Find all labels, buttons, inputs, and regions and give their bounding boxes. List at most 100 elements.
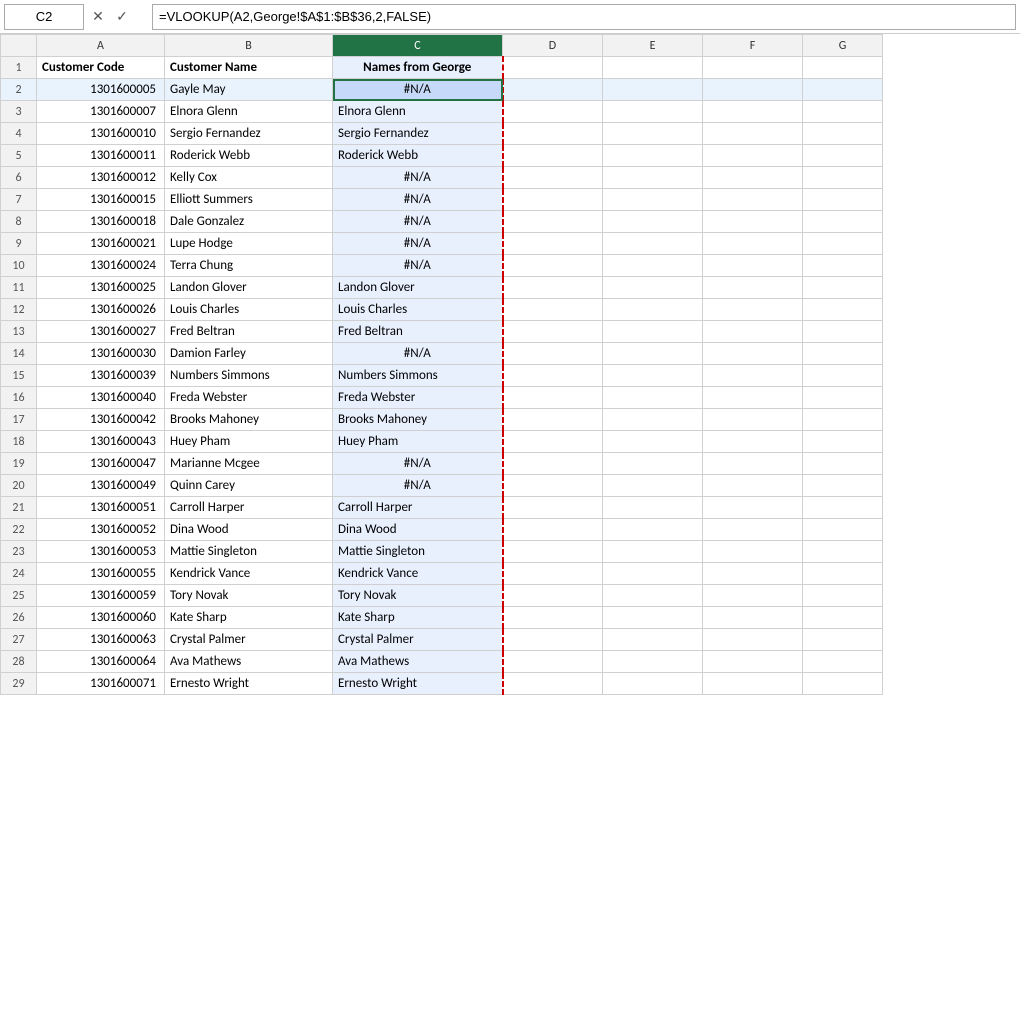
cell-e1[interactable] [603,57,703,79]
cell-g22[interactable] [803,519,883,541]
cell-a8[interactable]: 1301600018 [37,211,165,233]
cell-e26[interactable] [603,607,703,629]
cell-e21[interactable] [603,497,703,519]
cell-d26[interactable] [503,607,603,629]
cell-c22[interactable]: Dina Wood [333,519,503,541]
cell-e8[interactable] [603,211,703,233]
cell-a16[interactable]: 1301600040 [37,387,165,409]
cell-d25[interactable] [503,585,603,607]
col-header-d[interactable]: D [503,35,603,57]
cell-b8[interactable]: Dale Gonzalez [165,211,333,233]
cell-d2[interactable] [503,79,603,101]
cell-b13[interactable]: Fred Beltran [165,321,333,343]
cell-g2[interactable] [803,79,883,101]
cell-c20[interactable]: #N/A [333,475,503,497]
cell-e11[interactable] [603,277,703,299]
cell-f24[interactable] [703,563,803,585]
cell-a23[interactable]: 1301600053 [37,541,165,563]
cell-a24[interactable]: 1301600055 [37,563,165,585]
cell-a10[interactable]: 1301600024 [37,255,165,277]
cell-e7[interactable] [603,189,703,211]
cell-g29[interactable] [803,673,883,695]
cell-a29[interactable]: 1301600071 [37,673,165,695]
cell-b28[interactable]: Ava Mathews [165,651,333,673]
cell-b10[interactable]: Terra Chung [165,255,333,277]
cell-a7[interactable]: 1301600015 [37,189,165,211]
cell-f15[interactable] [703,365,803,387]
cell-c18[interactable]: Huey Pham [333,431,503,453]
cell-d4[interactable] [503,123,603,145]
cell-c12[interactable]: Louis Charles [333,299,503,321]
col-header-b[interactable]: B [165,35,333,57]
cell-f28[interactable] [703,651,803,673]
cell-e3[interactable] [603,101,703,123]
cell-d17[interactable] [503,409,603,431]
cell-e4[interactable] [603,123,703,145]
cell-d23[interactable] [503,541,603,563]
cell-b23[interactable]: Mattie Singleton [165,541,333,563]
cell-f16[interactable] [703,387,803,409]
cell-c28[interactable]: Ava Mathews [333,651,503,673]
cell-g16[interactable] [803,387,883,409]
cell-g20[interactable] [803,475,883,497]
col-header-e[interactable]: E [603,35,703,57]
cell-c15[interactable]: Numbers Simmons [333,365,503,387]
cell-d16[interactable] [503,387,603,409]
cell-e17[interactable] [603,409,703,431]
cell-a2[interactable]: 1301600005 [37,79,165,101]
cell-b16[interactable]: Freda Webster [165,387,333,409]
cell-e22[interactable] [603,519,703,541]
cell-e24[interactable] [603,563,703,585]
cell-g21[interactable] [803,497,883,519]
cell-d18[interactable] [503,431,603,453]
cell-a14[interactable]: 1301600030 [37,343,165,365]
cell-g11[interactable] [803,277,883,299]
cell-d3[interactable] [503,101,603,123]
cell-c7[interactable]: #N/A [333,189,503,211]
cell-d12[interactable] [503,299,603,321]
cell-g4[interactable] [803,123,883,145]
cell-f8[interactable] [703,211,803,233]
cell-b29[interactable]: Ernesto Wright [165,673,333,695]
cell-d9[interactable] [503,233,603,255]
cell-b20[interactable]: Quinn Carey [165,475,333,497]
cell-e10[interactable] [603,255,703,277]
cell-d1[interactable] [503,57,603,79]
cell-d27[interactable] [503,629,603,651]
cell-f12[interactable] [703,299,803,321]
cell-d8[interactable] [503,211,603,233]
cell-b9[interactable]: Lupe Hodge [165,233,333,255]
cell-f21[interactable] [703,497,803,519]
cell-g6[interactable] [803,167,883,189]
cell-g8[interactable] [803,211,883,233]
cell-c5[interactable]: Roderick Webb [333,145,503,167]
cell-e16[interactable] [603,387,703,409]
cell-c25[interactable]: Tory Novak [333,585,503,607]
cell-b6[interactable]: Kelly Cox [165,167,333,189]
cell-b24[interactable]: Kendrick Vance [165,563,333,585]
cell-a20[interactable]: 1301600049 [37,475,165,497]
cell-d5[interactable] [503,145,603,167]
cell-f7[interactable] [703,189,803,211]
cell-e23[interactable] [603,541,703,563]
cell-g12[interactable] [803,299,883,321]
cell-e12[interactable] [603,299,703,321]
cell-f19[interactable] [703,453,803,475]
cell-g23[interactable] [803,541,883,563]
cell-c14[interactable]: #N/A [333,343,503,365]
cell-f2[interactable] [703,79,803,101]
cell-b26[interactable]: Kate Sharp [165,607,333,629]
cell-c17[interactable]: Brooks Mahoney [333,409,503,431]
cell-b21[interactable]: Carroll Harper [165,497,333,519]
cell-a4[interactable]: 1301600010 [37,123,165,145]
cell-d29[interactable] [503,673,603,695]
cell-g17[interactable] [803,409,883,431]
cell-f6[interactable] [703,167,803,189]
cell-b25[interactable]: Tory Novak [165,585,333,607]
cell-d15[interactable] [503,365,603,387]
cell-g18[interactable] [803,431,883,453]
cell-f4[interactable] [703,123,803,145]
cell-g1[interactable] [803,57,883,79]
cell-a25[interactable]: 1301600059 [37,585,165,607]
cell-e25[interactable] [603,585,703,607]
